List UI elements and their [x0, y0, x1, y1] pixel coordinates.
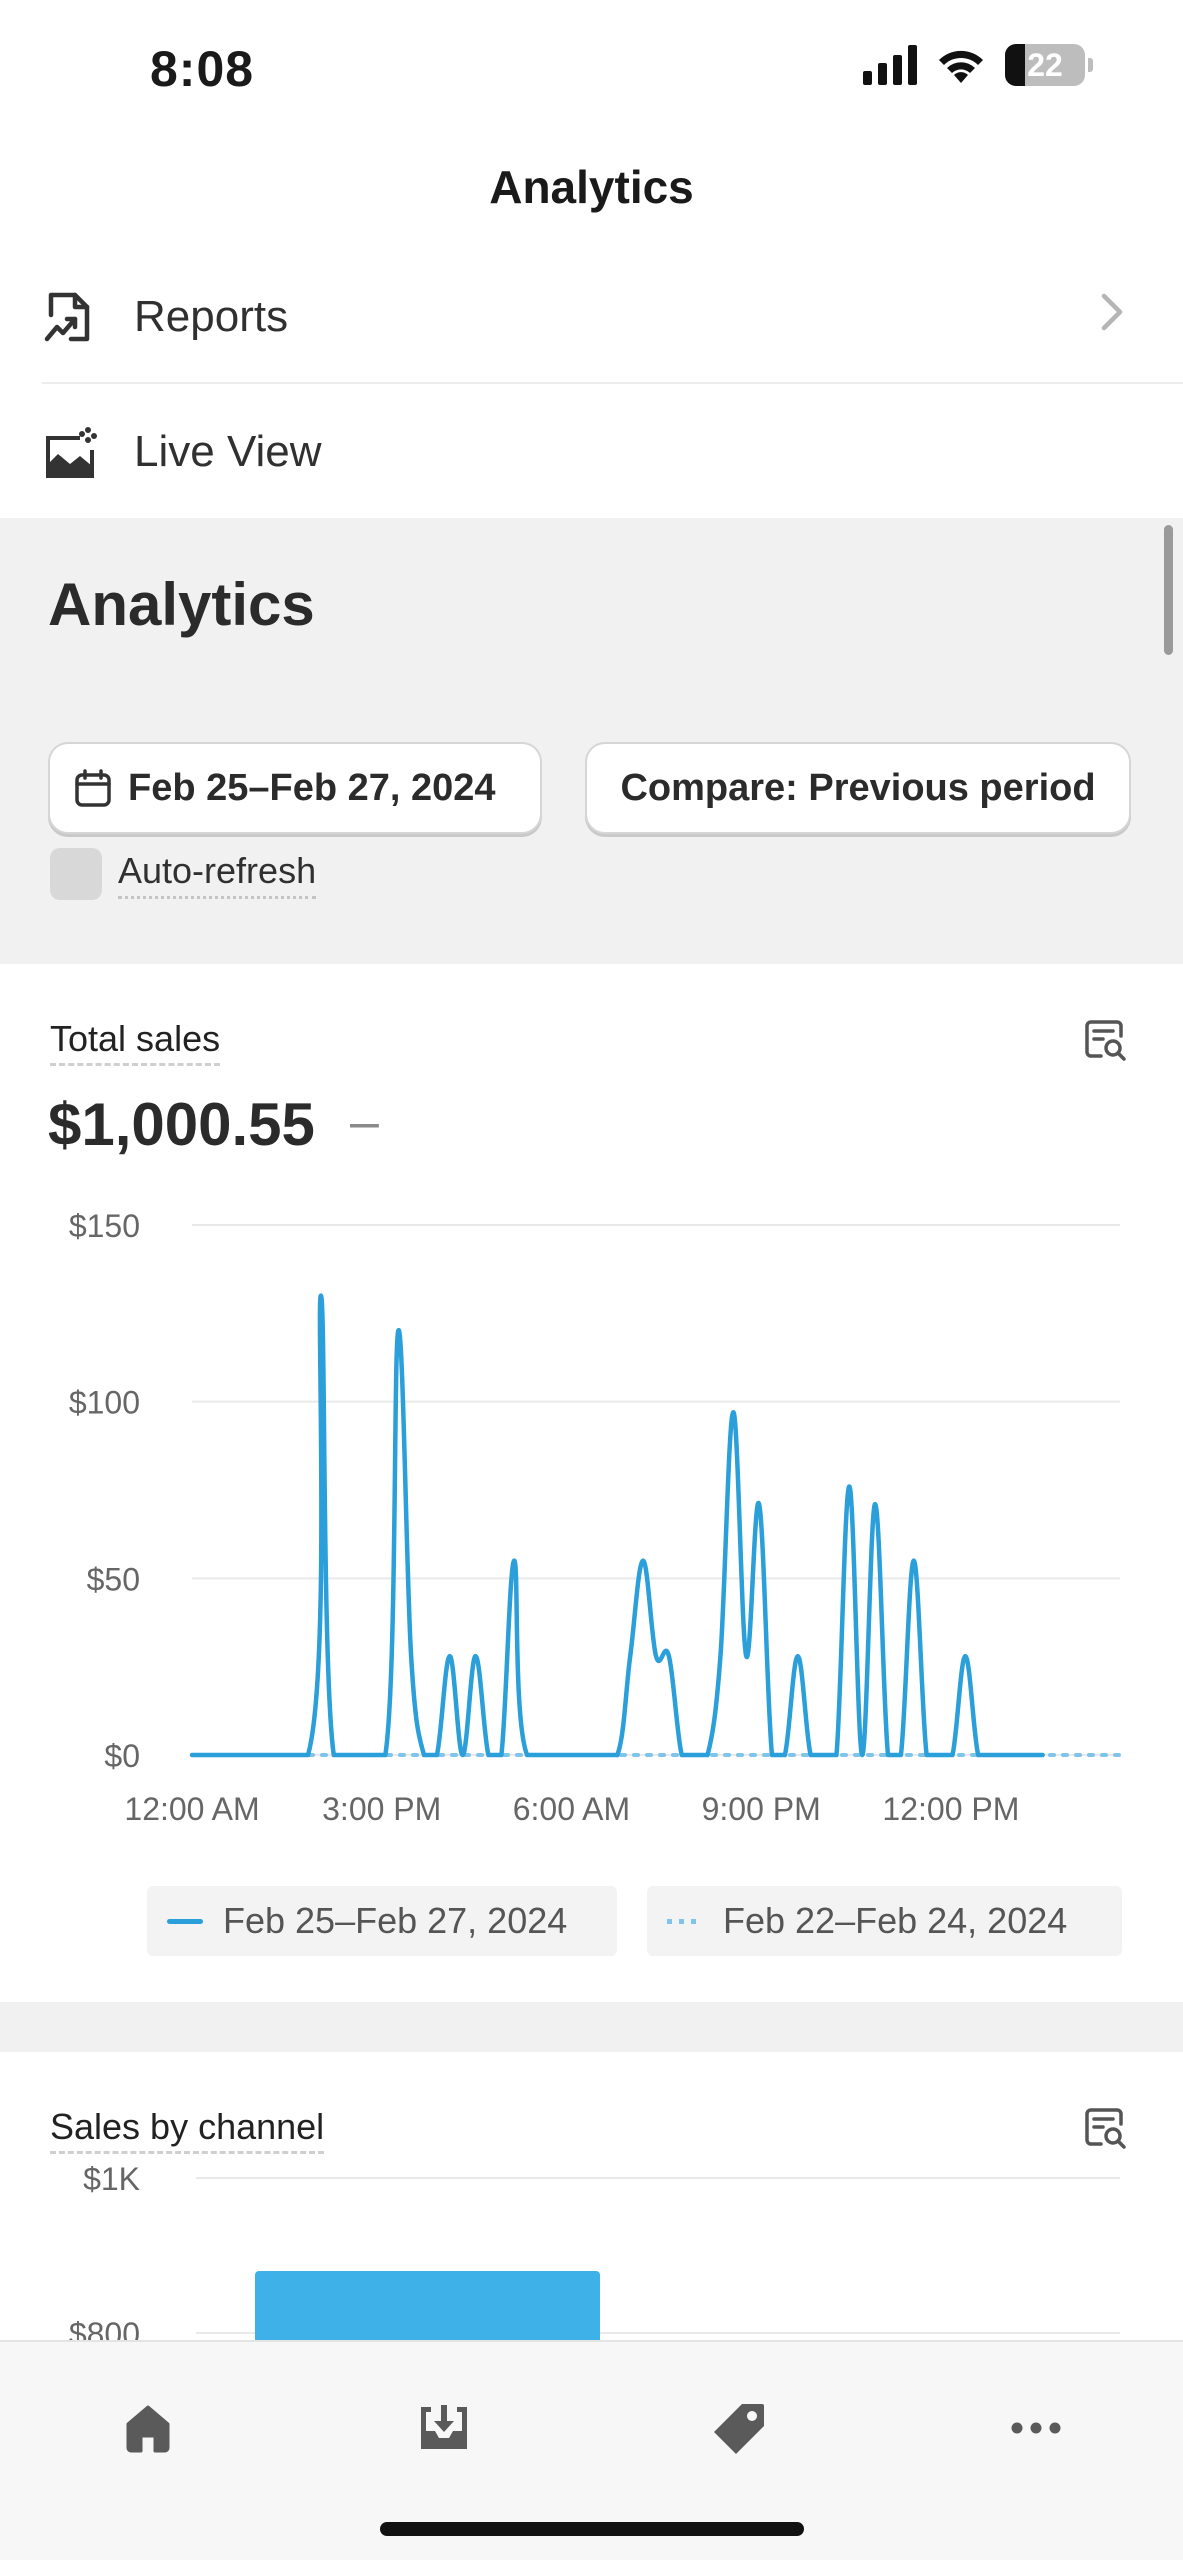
chevron-right-icon	[1101, 293, 1123, 331]
wifi-icon	[939, 50, 983, 83]
battery-icon: 22	[1005, 44, 1093, 86]
total-sales-chart: $0 $50 $100 $150 12:00 AM 3:00 PM 6:00 AM 9:00…	[69, 1208, 1122, 1827]
tab-products[interactable]	[700, 2388, 780, 2468]
cellular-signal-icon	[863, 45, 917, 85]
status-time: 8:08	[150, 41, 255, 97]
battery-level: 22	[1027, 46, 1063, 83]
home-indicator	[380, 2522, 804, 2536]
total-sales-label[interactable]: Total sales	[50, 1018, 221, 1066]
more-icon	[1011, 2422, 1061, 2434]
scrollbar[interactable]	[1164, 525, 1173, 655]
x-tick-label: 9:00 PM	[702, 1791, 821, 1827]
legend-dotted-swatch	[667, 1918, 703, 1924]
status-icons: 22	[863, 44, 1093, 86]
date-range-button[interactable]: Feb 25–Feb 27, 2024	[48, 742, 542, 834]
explore-report-icon[interactable]	[1083, 2106, 1127, 2150]
menu-item-reports[interactable]: Reports	[42, 252, 1183, 384]
y-tick-label: $100	[69, 1385, 140, 1421]
channel-bar[interactable]	[255, 2271, 600, 2340]
legend-previous-label: Feb 22–Feb 24, 2024	[723, 1900, 1068, 1941]
total-sales-change: –	[350, 1093, 379, 1151]
x-tick-label: 12:00 AM	[124, 1791, 259, 1827]
legend-previous-period[interactable]: Feb 22–Feb 24, 2024	[647, 1886, 1122, 1956]
y-tick-label: $1K	[83, 2161, 140, 2197]
menu-item-label: Live View	[134, 427, 322, 476]
live-view-icon	[42, 424, 98, 480]
orders-icon	[421, 2405, 467, 2449]
total-sales-value: $1,000.55	[48, 1091, 315, 1158]
page-title: Analytics	[489, 161, 694, 213]
legend-solid-swatch	[167, 1918, 203, 1924]
status-bar: 8:08 22	[0, 0, 1183, 140]
menu-item-live-view[interactable]: Live View	[42, 386, 1183, 518]
home-icon	[126, 2405, 170, 2453]
menu-item-label: Reports	[134, 292, 289, 341]
x-tick-label: 6:00 AM	[513, 1791, 630, 1827]
auto-refresh-toggle[interactable]: Auto-refresh	[50, 848, 317, 900]
analytics-section-title: Analytics	[48, 571, 315, 638]
legend-current-label: Feb 25–Feb 27, 2024	[223, 1900, 568, 1941]
tab-home[interactable]	[108, 2388, 188, 2468]
auto-refresh-checkbox[interactable]	[50, 848, 102, 900]
products-tag-icon	[714, 2404, 764, 2454]
y-tick-label: $800	[69, 2316, 140, 2340]
calendar-icon	[75, 769, 111, 807]
section-divider	[0, 2002, 1183, 2052]
auto-refresh-label: Auto-refresh	[118, 850, 317, 899]
series-line-current	[189, 1293, 1045, 1758]
tab-orders[interactable]	[404, 2388, 484, 2468]
explore-report-icon[interactable]	[1083, 1018, 1127, 1062]
x-tick-label: 12:00 PM	[882, 1791, 1019, 1827]
compare-period-button[interactable]: Compare: Previous period	[585, 742, 1131, 834]
y-tick-label: $50	[87, 1561, 140, 1597]
x-tick-label: 3:00 PM	[322, 1791, 441, 1827]
tab-more[interactable]	[996, 2388, 1076, 2468]
date-range-label: Feb 25–Feb 27, 2024	[128, 766, 496, 809]
sales-by-channel-label[interactable]: Sales by channel	[50, 2106, 325, 2154]
compare-label: Compare: Previous period	[620, 766, 1096, 809]
legend-current-period[interactable]: Feb 25–Feb 27, 2024	[147, 1886, 617, 1956]
sales-by-channel-chart: $800 $1K	[69, 2161, 1120, 2340]
chart-report-icon	[42, 289, 98, 345]
y-tick-label: $150	[69, 1208, 140, 1244]
y-tick-label: $0	[104, 1738, 140, 1774]
